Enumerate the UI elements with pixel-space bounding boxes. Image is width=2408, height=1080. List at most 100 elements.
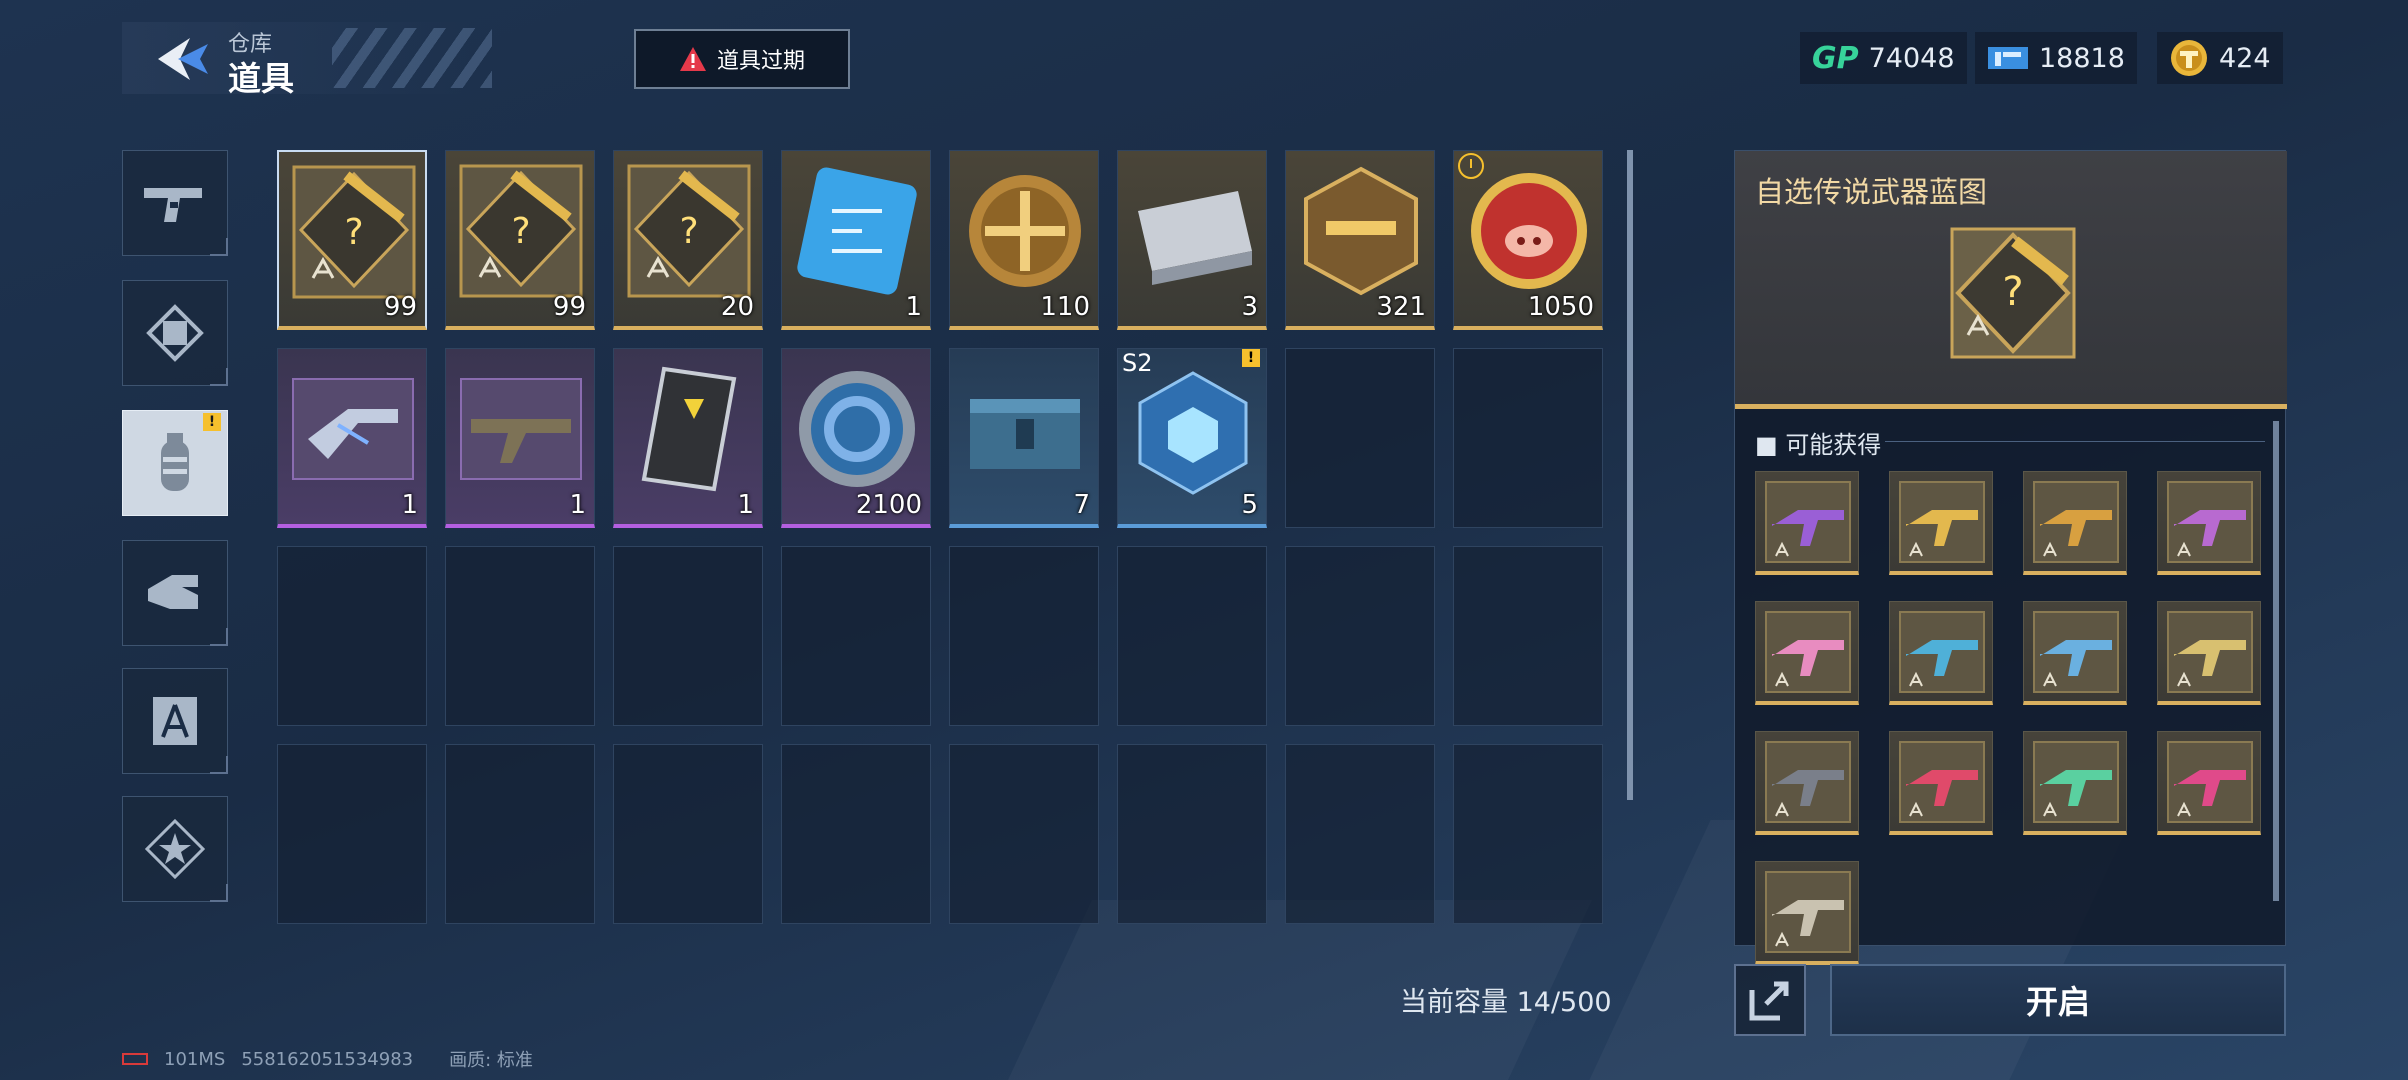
svg-text:?: ? [2002, 269, 2023, 315]
inventory-slot-dog-tag-card[interactable]: 1 [613, 348, 763, 528]
pistol-icon [144, 188, 202, 222]
silver-case-icon [1138, 191, 1252, 285]
inventory-slot-empty[interactable] [1453, 348, 1603, 528]
weapon-blueprint-icon [1765, 611, 1851, 693]
inventory-slot-pig-coin[interactable]: 1050 [1453, 150, 1603, 330]
weapon-blueprint-icon [1899, 481, 1985, 563]
inventory-slot-legendary-weapon-blueprint[interactable]: ? 99 [445, 150, 595, 330]
inventory-slot-empty[interactable] [613, 546, 763, 726]
tab-frame[interactable] [122, 280, 228, 386]
inventory-slot-empty[interactable] [781, 744, 931, 924]
inventory-slot-empty[interactable] [277, 744, 427, 924]
inventory-slot-empty[interactable] [1285, 348, 1435, 528]
inventory-slot-empty[interactable] [1117, 744, 1267, 924]
weapon-blueprint-icon [2033, 481, 2119, 563]
item-count: 99 [383, 292, 417, 322]
inventory-slot-empty[interactable] [949, 546, 1099, 726]
inventory-slot-gold-rifle-badge[interactable]: 321 [1285, 150, 1435, 330]
coin-currency[interactable]: 424 [2157, 32, 2283, 84]
item-count: 99 [552, 292, 586, 322]
tab-star[interactable] [122, 796, 228, 902]
item-count: 20 [720, 292, 754, 322]
reward-weapon-blueprint[interactable] [1889, 731, 1993, 835]
tab-items[interactable]: ! [122, 410, 228, 516]
inventory-slot-legendary-weapon-blueprint[interactable]: ? 20 [613, 150, 763, 330]
clock-icon [1458, 153, 1484, 179]
weapon-blueprint-icon [2033, 611, 2119, 693]
coin-value: 424 [2219, 42, 2271, 74]
inventory-slot-supply-crate[interactable]: 7 [949, 348, 1099, 528]
inventory-slot-empty[interactable] [445, 744, 595, 924]
inventory-slot-empty[interactable] [1453, 744, 1603, 924]
item-count: 2100 [855, 490, 922, 520]
tab-corner [210, 368, 228, 386]
status-footer: 101MS 558162051534983 画质: 标准 [122, 1046, 533, 1072]
share-icon [1749, 981, 1789, 1021]
gp-icon: GP [1812, 40, 1859, 76]
item-detail-panel: 自选传说武器蓝图 ? ■ 可能获得 [1734, 150, 2287, 965]
reward-weapon-blueprint[interactable] [2023, 471, 2127, 575]
inventory-slot-gold-medal-coin[interactable]: 110 [949, 150, 1099, 330]
item-count: 1050 [1527, 292, 1594, 322]
reward-weapon-blueprint[interactable] [1755, 861, 1859, 965]
weapon-blueprint-icon [1765, 481, 1851, 563]
reward-weapon-blueprint[interactable] [2157, 731, 2261, 835]
inventory-slot-legendary-weapon-blueprint[interactable]: ? 99 [277, 150, 427, 330]
svg-text:?: ? [679, 211, 698, 252]
legendary-weapon-blueprint-icon: ? [459, 164, 583, 298]
gp-currency[interactable]: GP 74048 [1800, 32, 1967, 84]
tab-pistol[interactable] [122, 150, 228, 256]
uid-text: 558162051534983 [241, 1048, 414, 1070]
tab-alert-badge: ! [203, 413, 221, 431]
inventory-slot-empty[interactable] [1453, 546, 1603, 726]
inventory-scrollbar[interactable] [1627, 150, 1633, 800]
reward-weapon-blueprint[interactable] [1889, 601, 1993, 705]
reward-weapon-blueprint[interactable] [2023, 601, 2127, 705]
coin-icon [2171, 40, 2207, 76]
ticket-currency[interactable]: 18818 [1975, 32, 2137, 84]
reward-weapon-blueprint[interactable] [1889, 471, 1993, 575]
weapon-blueprint-icon [1765, 741, 1851, 823]
reward-scrollbar[interactable] [2273, 421, 2279, 901]
inventory-slot-empty[interactable] [781, 546, 931, 726]
inventory-slot-blue-ring-token[interactable]: 2100 [781, 348, 931, 528]
page-title: 道具 [228, 59, 294, 98]
inventory-slot-s2-cube[interactable]: 5 S2! [1117, 348, 1267, 528]
inventory-slot-empty[interactable] [1117, 546, 1267, 726]
inventory-slot-empty[interactable] [445, 546, 595, 726]
reward-weapon-blueprint[interactable] [2157, 601, 2261, 705]
tab-blueprint[interactable] [122, 668, 228, 774]
inventory-slot-empty[interactable] [1285, 744, 1435, 924]
star-badge-icon [145, 819, 205, 879]
reward-weapon-blueprint[interactable] [1755, 731, 1859, 835]
item-count: 321 [1376, 292, 1426, 322]
share-button[interactable] [1734, 964, 1806, 1036]
reward-weapon-blueprint[interactable] [1755, 471, 1859, 575]
back-arrow-icon[interactable] [150, 34, 212, 84]
inventory-slot-camo-rifle[interactable]: 1 [445, 348, 595, 528]
reward-weapon-blueprint[interactable] [2023, 731, 2127, 835]
inventory-slot-empty[interactable] [949, 744, 1099, 924]
inventory-slot-empty[interactable] [277, 546, 427, 726]
capacity-text: 当前容量 14/500 [1400, 987, 1612, 1018]
item-title: 自选传说武器蓝图 [1755, 175, 1988, 209]
weapon-blueprint-icon [2167, 481, 2253, 563]
weapon-blueprint-icon [1899, 611, 1985, 693]
expired-items-button[interactable]: 道具过期 [634, 29, 850, 89]
weapon-blueprint-icon [1765, 871, 1851, 953]
inventory-slot-empty[interactable] [613, 744, 763, 924]
open-button[interactable]: 开启 [1830, 964, 2286, 1036]
reward-weapon-blueprint[interactable] [1755, 601, 1859, 705]
inventory-slot-chip-card[interactable]: 1 [781, 150, 931, 330]
ticket-value: 18818 [2039, 42, 2125, 74]
blue-ring-token-icon [799, 371, 915, 487]
item-count: 1 [737, 490, 754, 520]
tab-hand[interactable] [122, 540, 228, 646]
inventory-slot-empty[interactable] [1285, 546, 1435, 726]
header-stripes [332, 28, 492, 88]
reward-weapon-blueprint[interactable] [2157, 471, 2261, 575]
season-label: S2 [1122, 349, 1153, 377]
inventory-slot-purple-smg[interactable]: 1 [277, 348, 427, 528]
blueprint-item-icon: ? [1950, 227, 2076, 359]
inventory-slot-silver-case[interactable]: 3 [1117, 150, 1267, 330]
